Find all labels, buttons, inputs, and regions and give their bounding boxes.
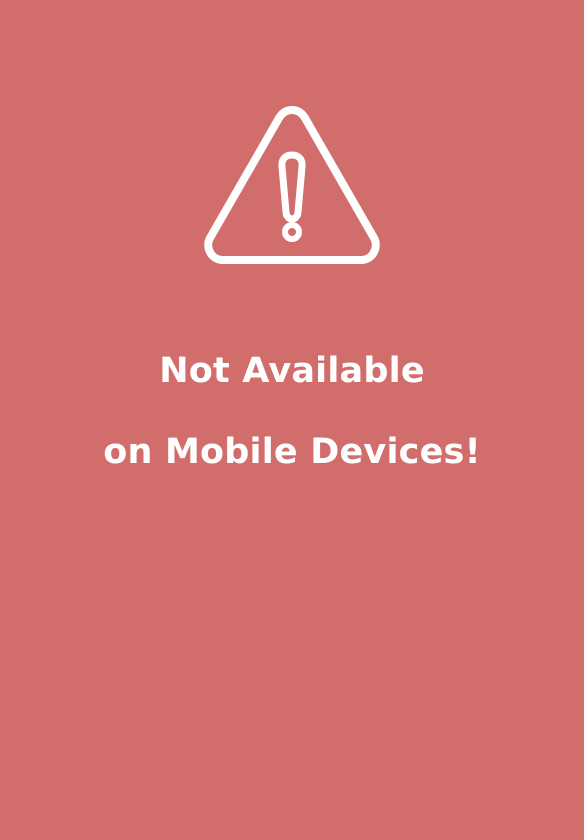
warning-triangle-icon xyxy=(200,103,384,267)
not-available-message-line-1: Not Available xyxy=(159,351,425,391)
mobile-unavailable-screen: Not Available on Mobile Devices! xyxy=(0,0,584,840)
not-available-message-line-2: on Mobile Devices! xyxy=(103,432,481,472)
